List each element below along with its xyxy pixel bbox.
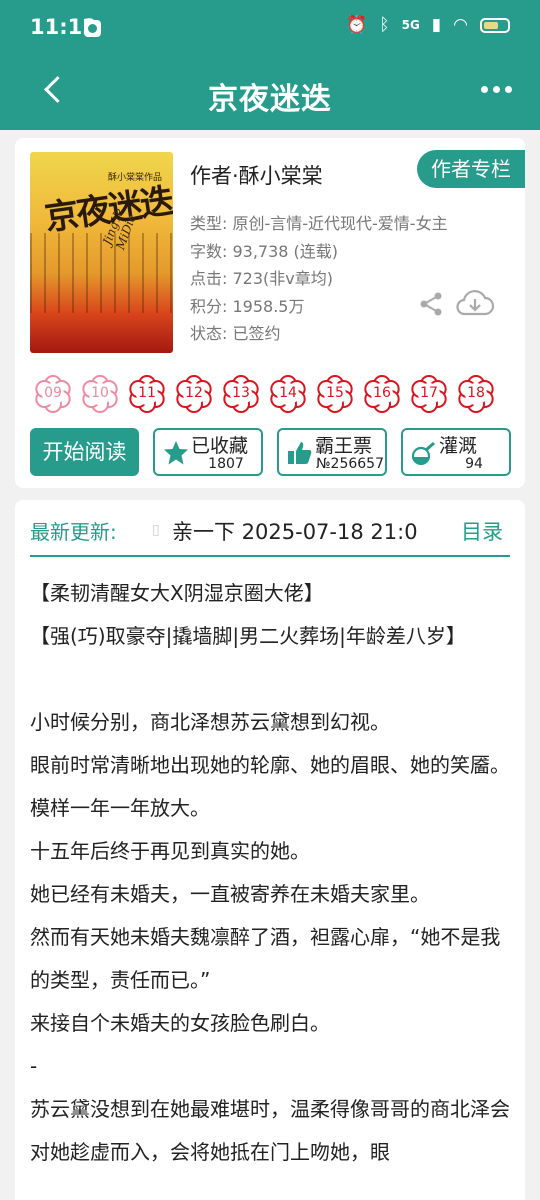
meta-clicks: 点击: 723(非v章均) [190, 269, 333, 288]
more-dot-icon [493, 86, 500, 93]
vip-level-number: 13 [232, 385, 250, 401]
vip-level-badge: 12 [174, 374, 214, 414]
vip-level-number: 12 [185, 385, 203, 401]
thumbs-up-icon [288, 442, 312, 464]
synopsis-text: 【柔韧清醒女大X阴湿京圈大佬】【强(巧)取豪夺|撬墙脚|男二火葬场|年龄差八岁】… [30, 572, 512, 1174]
app-header-bar: 11:12 ⏰ ᛒ 5G ▮ ◠ 京夜迷迭 [0, 0, 540, 130]
signal-label: 5G [401, 18, 420, 32]
battery-icon [480, 17, 510, 33]
collect-count: 1807 [208, 456, 244, 472]
synopsis-paragraph: 十五年后终于再见到真实的她。 [30, 839, 310, 863]
collect-button[interactable]: 已收藏 1807 [153, 428, 263, 476]
more-options-button[interactable] [481, 86, 512, 93]
vip-level-badge: 16 [362, 374, 402, 414]
irrigate-label: 灌溉 [439, 435, 478, 457]
synopsis-paragraph: 她已经有未婚夫，一直被寄养在未婚夫家里。 [30, 882, 430, 906]
synopsis-card: 最新更新: ▯ 亲一下 2025-07-18 21:0 目录 【柔韧清醒女大X阴… [15, 500, 525, 1200]
vip-level-number: 10 [91, 385, 109, 401]
author-column-button[interactable]: 作者专栏 [417, 150, 525, 188]
vip-level-number: 18 [467, 385, 485, 401]
wifi-icon: ◠ [453, 15, 468, 35]
vip-level-number: 09 [44, 385, 62, 401]
synopsis-paragraph: 【柔韧清醒女大X阴湿京圈大佬】 [30, 581, 324, 605]
meta-status: 状态: 已签约 [190, 324, 281, 343]
vip-level-badge: 09 [33, 374, 73, 414]
bawang-ticket-button[interactable]: 霸王票 №256657 [277, 428, 387, 476]
book-meta: 类型: 原创-言情-近代现代-爱情-女主 字数: 93,738 (连载) 点击:… [190, 210, 448, 348]
vip-level-number: 15 [326, 385, 344, 401]
meta-score: 积分: 1958.5万 [190, 296, 305, 316]
vip-level-badges: 09 10 11 12 13 14 15 16 17 18 [33, 374, 496, 414]
author-name[interactable]: 作者·酥小棠棠 [190, 160, 323, 190]
cloud-download-icon[interactable] [455, 288, 495, 320]
status-icons: ⏰ ᛒ 5G ▮ ◠ [346, 15, 510, 35]
synopsis-paragraph: 来接自个未婚夫的女孩脸色刷白。 [30, 1011, 330, 1035]
synopsis-paragraph: 眼前时常清晰地出现她的轮廓、她的眉眼、她的笑靥。 [30, 753, 510, 777]
cover-tower-art [30, 233, 173, 313]
irrigate-button[interactable]: 灌溉 94 [401, 428, 511, 476]
nav-header: 京夜迷迭 [0, 58, 540, 130]
synopsis-paragraph: - [30, 1054, 38, 1078]
latest-update-text[interactable]: 亲一下 2025-07-18 21:0 [172, 516, 454, 546]
collect-label: 已收藏 [191, 435, 249, 457]
vip-level-badge: 15 [315, 374, 355, 414]
bawang-count: №256657 [315, 456, 384, 472]
share-icon[interactable] [418, 291, 444, 317]
vip-level-badge: 18 [456, 374, 496, 414]
synopsis-paragraph: 苏云黛没想到在她最难堪时，温柔得像哥哥的商北泽会对她趁虚而入，会将她抵在门上吻她… [30, 1097, 510, 1164]
vip-level-badge: 11 [127, 374, 167, 414]
signal-bars-icon: ▮ [431, 15, 442, 35]
divider [30, 555, 510, 557]
vip-level-badge: 14 [268, 374, 308, 414]
irrigate-count: 94 [465, 456, 483, 472]
synopsis-paragraph [30, 658, 512, 701]
status-bar: 11:12 ⏰ ᛒ 5G ▮ ◠ [0, 0, 540, 58]
start-reading-button[interactable]: 开始阅读 [30, 428, 139, 476]
synopsis-paragraph: 模样一年一年放大。 [30, 796, 210, 820]
vip-level-badge: 10 [80, 374, 120, 414]
more-dot-icon [481, 86, 488, 93]
synopsis-paragraph: 然而有天她未婚夫魏凛醉了酒，袒露心扉，“她不是我的类型，责任而已。” [30, 925, 501, 992]
meta-genre: 类型: 原创-言情-近代现代-爱情-女主 [190, 214, 448, 233]
more-dot-icon [505, 86, 512, 93]
action-bar: 开始阅读 已收藏 1807 霸王票 №256657 灌溉 94 [30, 428, 511, 476]
vip-level-badge: 17 [409, 374, 449, 414]
vip-level-number: 17 [420, 385, 438, 401]
book-info-card: 酥小棠棠作品 京夜迷迭 JingYe MiDie 作者·酥小棠棠 作者专栏 类型… [15, 138, 525, 488]
synopsis-paragraph: 【强(巧)取豪夺|撬墙脚|男二火葬场|年龄差八岁】 [30, 624, 466, 648]
catalog-link[interactable]: 目录 [461, 516, 503, 546]
meta-word-count: 字数: 93,738 (连载) [190, 241, 339, 261]
bluetooth-icon: ᛒ [379, 15, 390, 35]
alarm-icon: ⏰ [346, 15, 368, 35]
vip-level-number: 14 [279, 385, 297, 401]
vip-level-badge: 13 [221, 374, 261, 414]
star-icon [164, 441, 188, 465]
synopsis-paragraph: 小时候分别，商北泽想苏云黛想到幻视。 [30, 710, 390, 734]
bawang-label: 霸王票 [315, 435, 373, 457]
latest-update-marker-icon: ▯ [152, 522, 160, 538]
book-cover[interactable]: 酥小棠棠作品 京夜迷迭 JingYe MiDie [30, 152, 173, 353]
flask-icon [411, 441, 435, 466]
app-notification-icon [84, 20, 101, 37]
page-title: 京夜迷迭 [208, 82, 332, 117]
latest-update-label: 最新更新: [30, 520, 117, 544]
vip-level-number: 16 [373, 385, 391, 401]
vip-level-number: 11 [138, 385, 156, 401]
